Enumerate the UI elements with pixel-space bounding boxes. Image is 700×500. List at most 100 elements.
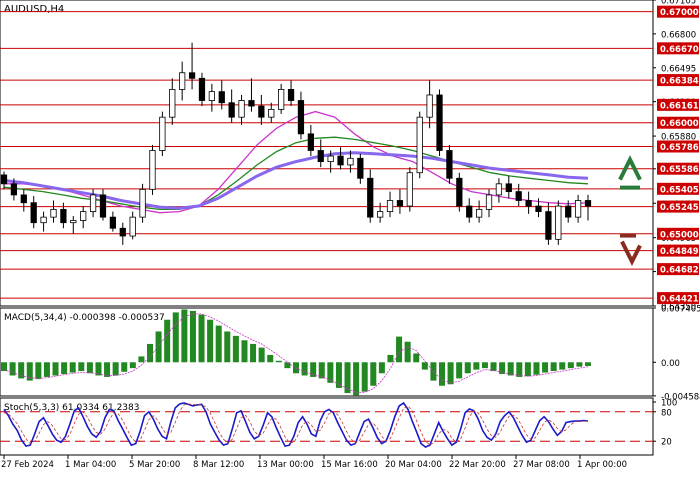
macd-bar (189, 310, 196, 363)
macd-bar (387, 354, 394, 363)
candle-body (89, 194, 97, 212)
candle-body (149, 150, 156, 190)
candle-body (535, 205, 542, 212)
candle-body (466, 205, 473, 218)
candle-body (525, 200, 532, 207)
macd-bar (172, 312, 179, 363)
macd-tick-label: 0.007405 (661, 304, 700, 314)
time-tick-label: 1 Mar 04:00 (65, 460, 116, 470)
macd-bar (138, 356, 145, 363)
macd-bar (258, 347, 265, 363)
macd-bar (9, 362, 16, 376)
candle-body (208, 91, 215, 101)
level-label: 0.65000 (660, 230, 699, 240)
price-tick-label: 0.67105 (661, 0, 696, 7)
candle-body (10, 183, 18, 196)
candle-body (129, 216, 136, 237)
candle-body (327, 155, 334, 163)
stochastic-tick-label: 80 (661, 408, 672, 418)
level-label: 0.65586 (660, 165, 699, 175)
macd-bar (78, 362, 85, 372)
macd-bar (198, 314, 205, 363)
macd-bar (181, 309, 188, 363)
candle-body (238, 100, 245, 118)
macd-bar (396, 336, 403, 363)
macd-bar (207, 319, 214, 363)
macd-bar (378, 362, 385, 374)
level-label: 0.64421 (660, 295, 699, 305)
macd-bar (473, 362, 480, 370)
candle-body (436, 94, 443, 151)
candle-body (109, 216, 117, 229)
macd-bar (112, 362, 119, 376)
macd-bar (215, 325, 222, 363)
candle-body (60, 208, 67, 224)
macd-bar (155, 331, 162, 363)
macd-bar (421, 362, 428, 370)
candle-body (357, 157, 364, 179)
macd-bar (61, 362, 68, 374)
price-tick-label: 0.66495 (661, 64, 696, 74)
candle-body (278, 89, 285, 110)
candle-body (347, 157, 354, 166)
candle-body (0, 174, 8, 185)
macd-bar (52, 362, 59, 376)
time-tick-label: 13 Mar 00:00 (257, 460, 314, 470)
candle-body (426, 94, 433, 118)
macd-bar (490, 362, 497, 372)
time-tick-label: 27 Feb 2024 (1, 460, 54, 470)
price-panel-frame (0, 0, 654, 307)
candle-body (20, 194, 27, 204)
time-tick-label: 15 Mar 16:00 (321, 460, 378, 470)
macd-bar (224, 331, 231, 363)
candle-body (179, 72, 186, 90)
candle-body (456, 177, 463, 207)
candle-body (198, 77, 206, 101)
macd-bar (559, 362, 566, 370)
candle-body (396, 200, 404, 207)
candle-body (574, 200, 582, 218)
macd-bar (353, 362, 360, 396)
time-tick-label: 27 Mar 08:00 (513, 460, 570, 470)
macd-bar (533, 362, 540, 375)
level-label: 0.64682 (660, 266, 699, 276)
candle-body (218, 91, 225, 104)
time-tick-label: 5 Mar 20:00 (129, 460, 180, 470)
candle-body (565, 205, 572, 218)
candle-body (188, 72, 196, 79)
macd-bar (18, 362, 25, 379)
time-tick-label: 8 Mar 12:00 (193, 460, 244, 470)
macd-bar (404, 341, 411, 363)
candle-body (287, 89, 295, 101)
candle-body (50, 208, 57, 218)
macd-bar (86, 362, 93, 374)
candle-body (40, 216, 47, 224)
macd-bar (524, 362, 531, 377)
macd-axis-ticks: 0.0074050.00-0.004584 (653, 304, 700, 402)
level-label: 0.64849 (660, 247, 699, 257)
macd-bar (507, 362, 514, 376)
candle-body (475, 208, 483, 218)
stochastic-tick-label: 20 (661, 438, 672, 448)
macd-bar (456, 362, 463, 379)
candle-body (258, 105, 265, 118)
stochastic-axis-ticks: 10080 20 (653, 399, 677, 448)
macd-bar (146, 343, 154, 363)
macd-bar (567, 362, 574, 369)
macd-bar (370, 362, 377, 386)
level-label: 0.65405 (660, 185, 699, 195)
candle-body (337, 155, 344, 166)
macd-bar (43, 362, 50, 377)
macd-bar (121, 362, 128, 372)
candle-body (485, 194, 493, 210)
candle-body (30, 202, 37, 224)
candle-body (446, 150, 453, 179)
candle-body (307, 133, 314, 151)
candle-body (515, 191, 522, 201)
macd-bar (267, 354, 274, 363)
macd-bar (481, 362, 488, 369)
macd-bar (69, 362, 76, 373)
macd-bar (129, 362, 136, 369)
macd-bar (232, 335, 239, 363)
candle-body (367, 177, 374, 218)
